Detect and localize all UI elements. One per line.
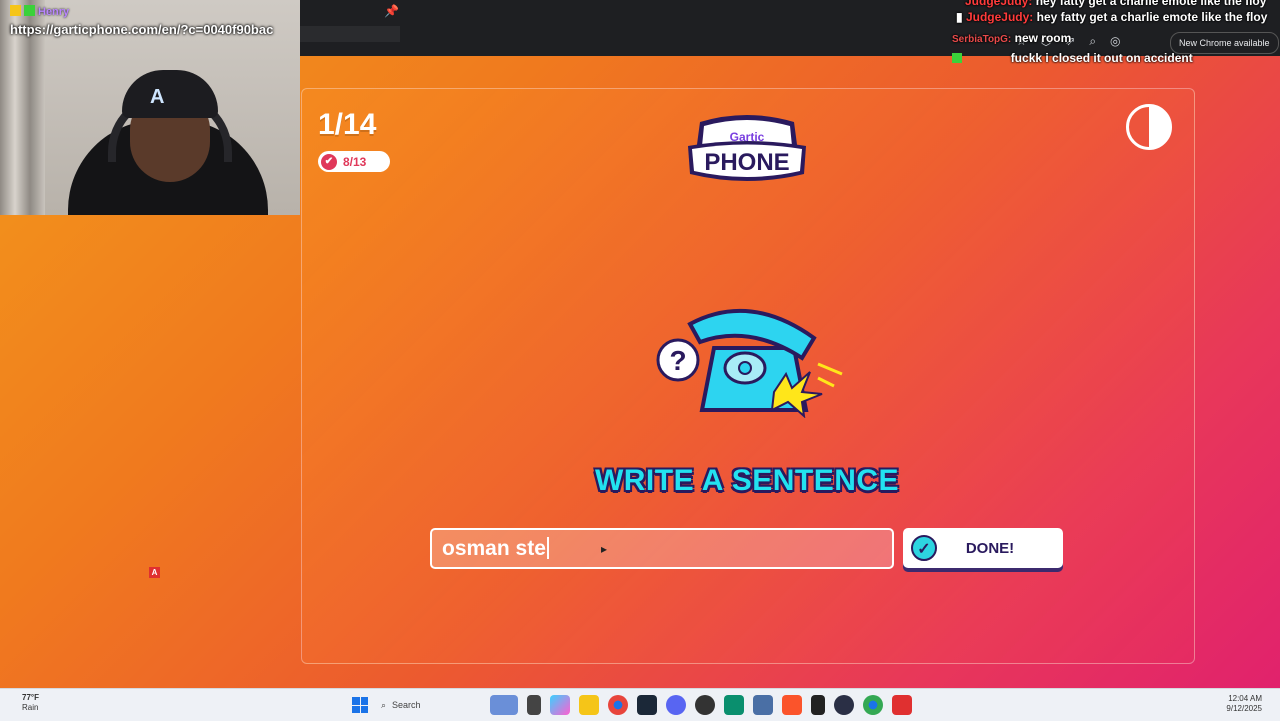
clock-date: 9/12/2025	[1226, 704, 1262, 713]
players-done-count: 8/13	[343, 154, 367, 169]
chrome-icon[interactable]	[608, 695, 628, 715]
checkmark-icon: ✓	[911, 535, 937, 561]
weather-condition: Rain	[22, 703, 39, 712]
chat-text: hey fatty get a charlie emote like the f…	[1035, 0, 1267, 8]
terminal-icon[interactable]	[527, 695, 541, 715]
telephone-illustration: ?	[656, 308, 843, 418]
weather-temp: 77°F	[22, 693, 39, 702]
players-done-badge: ✔ 8/13	[318, 151, 390, 172]
done-button[interactable]: ✓ DONE!	[903, 528, 1063, 568]
prompt-title: WRITE A SENTENCE	[214, 464, 1280, 498]
profile-avatar-icon[interactable]: ◎	[1110, 34, 1120, 49]
done-button-label: DONE!	[965, 539, 1015, 557]
stream-badge: A	[149, 567, 160, 578]
sentence-input[interactable]	[430, 528, 894, 569]
app-icon[interactable]	[892, 695, 912, 715]
game-url-label: https://garticphone.com/en/?c=0040f90bac	[10, 22, 274, 37]
contrast-toggle-icon[interactable]	[1126, 104, 1172, 150]
chat-message: JudgeJudy: hey fatty get a charlie emote…	[965, 0, 1266, 8]
clock-time: 12:04 AM	[1228, 694, 1262, 703]
chat-text: new room	[1014, 31, 1072, 45]
chat-message: SerbiaTopG: new room	[952, 31, 1071, 45]
sub-badge-icon	[24, 5, 35, 16]
browser-toolbar: 📌 ☆ ⬡ ⇗ ⌕ ◎ New Chrome available ⋮	[300, 0, 1280, 56]
app-icon[interactable]	[724, 695, 744, 715]
chat-username: JudgeJudy:	[965, 0, 1033, 8]
chat-text: hey fatty get a charlie emote like the f…	[1036, 10, 1268, 24]
app-icon[interactable]	[834, 695, 854, 715]
badge-icon: ▮	[956, 10, 963, 24]
chrome-update-label: New Chrome available	[1179, 38, 1270, 48]
check-icon: ✔	[321, 153, 337, 170]
mouse-cursor-icon: ▸	[601, 542, 608, 556]
taskbar: 77°F Rain ⌕ Search 12:04 AM 9/12/2025	[0, 688, 1280, 721]
chat-username: SerbiaTopG:	[952, 34, 1012, 45]
app-icon[interactable]	[811, 695, 825, 715]
gartic-phone-logo: Gartic PHONE	[688, 115, 806, 181]
logo-bottom-text: PHONE	[704, 149, 789, 176]
tab-strip[interactable]	[300, 26, 400, 42]
widgets-icon[interactable]	[490, 695, 518, 715]
search-icon: ⌕	[381, 699, 387, 710]
steam-icon[interactable]	[637, 695, 657, 715]
sub-badge-icon	[952, 53, 962, 63]
app-icon[interactable]	[695, 695, 715, 715]
chrome-icon[interactable]	[863, 695, 883, 715]
zoom-icon[interactable]: ⌕	[1089, 34, 1096, 49]
copilot-icon[interactable]	[550, 695, 570, 715]
viewer-tag: Henry	[10, 5, 69, 18]
system-clock[interactable]: 12:04 AM 9/12/2025	[1226, 694, 1262, 714]
text-caret	[547, 537, 549, 559]
app-icon[interactable]	[753, 695, 773, 715]
discord-icon[interactable]	[666, 695, 686, 715]
svg-text:?: ?	[669, 345, 686, 376]
search-label: Search	[392, 700, 421, 710]
cap-logo-icon: A	[150, 86, 165, 108]
windows-start-icon[interactable]	[352, 697, 368, 713]
chat-username: JudgeJudy:	[965, 10, 1034, 24]
taskbar-search[interactable]: ⌕ Search	[377, 694, 481, 716]
taskbar-apps: ⌕ Search	[352, 694, 912, 716]
round-counter: 1/14	[318, 108, 377, 141]
viewer-name: Henry	[38, 6, 70, 18]
weather-widget[interactable]: 77°F Rain	[22, 693, 39, 713]
chat-text: fuckk i closed it out on accident	[1010, 51, 1193, 65]
baseball-cap	[122, 70, 218, 118]
pin-icon[interactable]: 📌	[384, 4, 399, 18]
chat-message: fuckk i closed it out on accident	[952, 51, 1193, 65]
brave-icon[interactable]	[782, 695, 802, 715]
file-explorer-icon[interactable]	[579, 695, 599, 715]
crown-badge-icon	[10, 5, 21, 16]
chat-message: ▮ JudgeJudy: hey fatty get a charlie emo…	[956, 10, 1267, 24]
prompt-title-text: WRITE A SENTENCE	[594, 464, 900, 497]
